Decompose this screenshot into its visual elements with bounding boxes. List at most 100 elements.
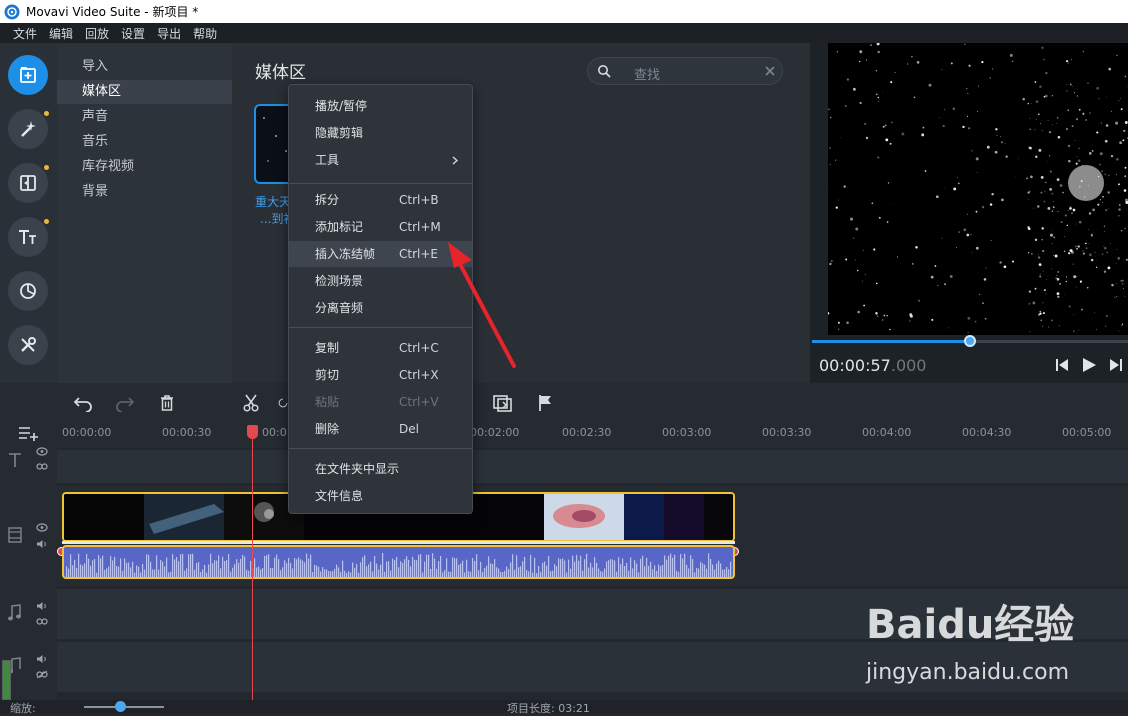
star bbox=[1102, 202, 1103, 203]
menu-help[interactable]: 帮助 bbox=[189, 25, 225, 42]
menu-item-hide-clip[interactable]: 隐藏剪辑 bbox=[289, 120, 472, 146]
eye-icon[interactable] bbox=[36, 523, 48, 532]
waveform-bar bbox=[462, 561, 463, 577]
rotate-button[interactable] bbox=[278, 393, 288, 413]
redo-button[interactable] bbox=[115, 393, 135, 413]
star bbox=[967, 317, 970, 320]
playhead-line[interactable] bbox=[252, 425, 253, 713]
redo-icon bbox=[115, 394, 135, 412]
media-area-title: 媒体区 bbox=[255, 58, 306, 83]
waveform-bar bbox=[456, 558, 457, 577]
star bbox=[1045, 182, 1046, 183]
star bbox=[1116, 296, 1117, 297]
speaker-icon[interactable] bbox=[36, 601, 48, 611]
menu-item-file-info[interactable]: 文件信息 bbox=[289, 483, 472, 509]
menu-export[interactable]: 导出 bbox=[153, 25, 189, 42]
star bbox=[1105, 325, 1106, 326]
star bbox=[840, 137, 841, 138]
menu-settings[interactable]: 设置 bbox=[117, 25, 153, 42]
split-button[interactable] bbox=[241, 393, 261, 413]
filters-tool-button[interactable] bbox=[8, 109, 48, 149]
sidenav-item-media-bin[interactable]: 媒体区 bbox=[57, 80, 232, 104]
sidenav-item-backgrounds[interactable]: 背景 bbox=[57, 180, 232, 204]
undo-button[interactable] bbox=[73, 393, 93, 413]
waveform-bar bbox=[480, 562, 481, 577]
menu-item-split[interactable]: 拆分Ctrl+B bbox=[289, 187, 472, 213]
link-icon[interactable] bbox=[36, 462, 48, 471]
waveform-bar bbox=[550, 571, 551, 577]
sidenav-item-stock-video[interactable]: 库存视频 bbox=[57, 155, 232, 179]
menu-item-delete[interactable]: 删除Del bbox=[289, 416, 472, 442]
star bbox=[879, 217, 881, 219]
waveform-bar bbox=[346, 573, 347, 577]
video-track-icon bbox=[8, 527, 22, 543]
star bbox=[1118, 215, 1119, 216]
magic-wand-icon bbox=[18, 119, 38, 139]
star bbox=[1035, 155, 1038, 158]
waveform-bar bbox=[228, 554, 229, 577]
waveform-bar bbox=[570, 569, 571, 577]
waveform-bar bbox=[206, 573, 207, 578]
menu-edit[interactable]: 编辑 bbox=[45, 25, 81, 42]
sidenav-item-music[interactable]: 音乐 bbox=[57, 130, 232, 154]
skip-forward-icon[interactable] bbox=[1109, 358, 1123, 372]
zoom-slider-handle[interactable] bbox=[115, 701, 126, 712]
speaker-icon[interactable] bbox=[36, 539, 48, 549]
star bbox=[1057, 292, 1060, 295]
eye-icon[interactable] bbox=[36, 447, 48, 456]
undo-icon bbox=[73, 394, 93, 412]
star bbox=[962, 126, 964, 128]
menu-item-show-in-folder[interactable]: 在文件夹中显示 bbox=[289, 456, 472, 482]
add-track-icon[interactable] bbox=[18, 425, 40, 441]
star bbox=[1122, 140, 1124, 142]
clear-search-icon[interactable] bbox=[765, 66, 775, 76]
more-tools-button[interactable] bbox=[8, 325, 48, 365]
import-tool-button[interactable] bbox=[8, 55, 48, 95]
link-off-icon[interactable] bbox=[36, 670, 48, 679]
skip-back-icon[interactable] bbox=[1055, 358, 1069, 372]
star bbox=[1091, 259, 1093, 261]
star bbox=[1030, 147, 1033, 150]
waveform-bar bbox=[528, 571, 529, 577]
menu-item-play-pause[interactable]: 播放/暂停 bbox=[289, 93, 472, 119]
add-marker-button[interactable] bbox=[535, 393, 555, 413]
waveform-bar bbox=[386, 562, 387, 577]
star bbox=[1066, 60, 1068, 62]
playback-progress-handle[interactable] bbox=[964, 335, 976, 347]
waveform-bar bbox=[226, 560, 227, 577]
star bbox=[850, 218, 853, 221]
clip-volume-line[interactable] bbox=[62, 541, 735, 544]
waveform-bar bbox=[364, 555, 365, 577]
star bbox=[1079, 330, 1080, 331]
link-icon[interactable] bbox=[36, 617, 48, 626]
ruler-tick-label: 00:02:30 bbox=[562, 426, 611, 439]
delete-button[interactable] bbox=[157, 393, 177, 413]
title-track[interactable] bbox=[57, 450, 1128, 483]
star bbox=[1012, 261, 1014, 263]
playhead-handle[interactable] bbox=[247, 425, 258, 439]
freeze-frame-button[interactable] bbox=[493, 393, 513, 413]
media-search-input[interactable]: 查找 bbox=[587, 57, 783, 85]
speaker-icon[interactable] bbox=[36, 654, 48, 664]
menu-playback[interactable]: 回放 bbox=[81, 25, 117, 42]
waveform-bar bbox=[672, 558, 673, 577]
star bbox=[970, 234, 971, 235]
titles-tool-button[interactable] bbox=[8, 217, 48, 257]
star bbox=[972, 252, 973, 253]
sidenav-item-sounds[interactable]: 声音 bbox=[57, 105, 232, 129]
sidenav-item-import[interactable]: 导入 bbox=[57, 55, 232, 79]
waveform-bar bbox=[166, 558, 167, 578]
stickers-tool-button[interactable] bbox=[8, 271, 48, 311]
menu-item-label: 工具 bbox=[315, 153, 339, 167]
star bbox=[1000, 136, 1001, 137]
menu-item-tools[interactable]: 工具 bbox=[289, 147, 472, 173]
menu-file[interactable]: 文件 bbox=[0, 25, 45, 42]
play-icon[interactable] bbox=[1081, 357, 1097, 373]
video-preview bbox=[828, 43, 1128, 335]
waveform-bar bbox=[264, 556, 265, 577]
transitions-tool-button[interactable] bbox=[8, 163, 48, 203]
audio-clip[interactable] bbox=[62, 545, 735, 579]
star bbox=[1119, 141, 1122, 144]
waveform-bar bbox=[712, 565, 713, 578]
waveform-bar bbox=[78, 554, 79, 577]
